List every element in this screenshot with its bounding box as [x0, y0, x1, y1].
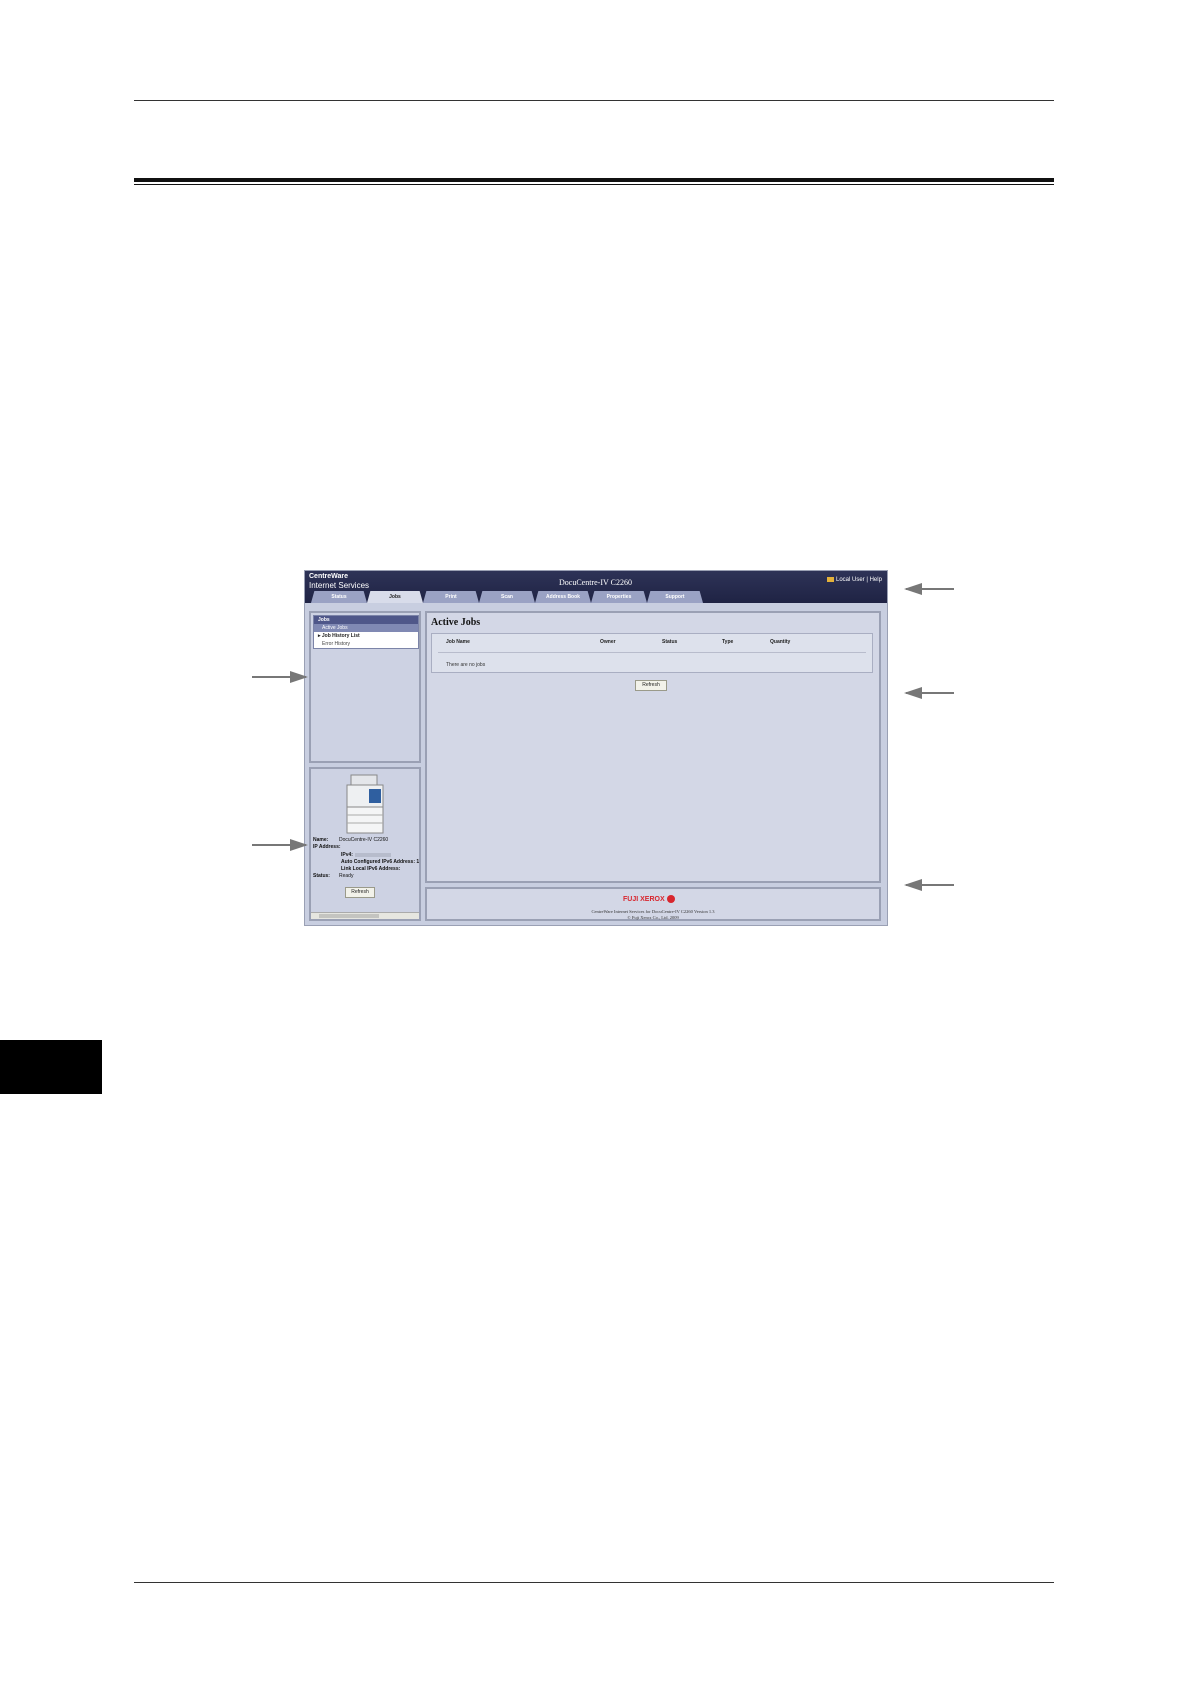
- device-refresh-button[interactable]: Refresh: [345, 887, 375, 898]
- footer-rule: [134, 1582, 1054, 1583]
- tab-address-book[interactable]: Address Book: [535, 591, 591, 603]
- printer-icon: [346, 774, 384, 834]
- tab-support[interactable]: Support: [647, 591, 703, 603]
- tab-properties[interactable]: Properties: [591, 591, 647, 603]
- callout-arrow-device: [252, 839, 308, 851]
- device-name-label: Name:: [313, 837, 329, 843]
- nav-header[interactable]: Jobs: [314, 616, 418, 624]
- callout-arrow-menu: [252, 671, 308, 683]
- model-name: DocuCentre-IV C2260: [559, 578, 632, 587]
- header-rule: [134, 100, 1054, 101]
- top-links-text[interactable]: Local User | Help: [836, 577, 882, 583]
- nav-error-history[interactable]: Error History: [314, 640, 418, 648]
- tab-bar: Status Jobs Print Scan Address Book Prop…: [311, 591, 703, 603]
- tab-jobs[interactable]: Jobs: [367, 591, 423, 603]
- ipv4-value-redacted: [354, 852, 391, 857]
- page-title: Active Jobs: [431, 617, 481, 628]
- tab-scan[interactable]: Scan: [479, 591, 535, 603]
- device-status-row: Status: Ready: [313, 873, 353, 879]
- col-type[interactable]: Type: [722, 639, 733, 645]
- device-ip-label: IP Address:: [313, 844, 341, 850]
- ipv4-row: IPv4:: [341, 852, 391, 858]
- table-divider: [438, 652, 866, 653]
- callout-arrow-main: [904, 687, 954, 699]
- tab-status[interactable]: Status: [311, 591, 367, 603]
- col-status[interactable]: Status: [662, 639, 677, 645]
- empty-message: There are no jobs: [446, 662, 486, 668]
- device-status-value: Ready: [339, 873, 354, 879]
- jobs-refresh-button[interactable]: Refresh: [635, 680, 667, 691]
- nav-job-history[interactable]: ▸ Job History List: [314, 632, 418, 640]
- screenshot-figure: CentreWare Internet Services DocuCentre-…: [304, 570, 888, 926]
- device-name-row: Name: DocuCentre-IV C2260: [313, 837, 388, 843]
- brand-line1: CentreWare: [309, 573, 349, 580]
- auto-ipv6-label: Auto Configured IPv6 Address: 1: [341, 859, 420, 865]
- col-owner[interactable]: Owner: [600, 639, 616, 645]
- device-name-value: DocuCentre-IV C2260: [339, 837, 389, 843]
- callout-arrow-footer: [904, 879, 954, 891]
- device-ip-row: IP Address:: [313, 844, 341, 850]
- user-icon: [827, 577, 834, 582]
- callout-arrow-header: [904, 583, 954, 595]
- footer-version: CentreWare Internet Services for DocuCen…: [591, 909, 715, 914]
- col-quantity[interactable]: Quantity: [770, 639, 790, 645]
- logo-sphere-icon: [666, 895, 675, 903]
- scroll-thumb[interactable]: [319, 914, 379, 918]
- menu-panel: Jobs Active Jobs ▸ Job History List Erro…: [309, 611, 421, 763]
- ipv4-label: IPv4:: [341, 852, 353, 858]
- footer-panel: FUJI XEROX CentreWare Internet Services …: [425, 887, 881, 921]
- main-panel: Active Jobs Job Name Owner Status Type Q…: [425, 611, 881, 883]
- device-status-label: Status:: [313, 873, 330, 879]
- fuji-xerox-logo: FUJI XEROX: [623, 895, 675, 903]
- device-info-panel: Name: DocuCentre-IV C2260 IP Address: IPv…: [309, 767, 421, 921]
- nav-job-history-label: Job History List: [321, 633, 360, 639]
- nav-active-jobs[interactable]: Active Jobs: [314, 624, 418, 632]
- brand-line2: Internet Services: [309, 581, 370, 590]
- link-ipv6-label: Link Local IPv6 Address:: [341, 866, 401, 872]
- nav-tree: Jobs Active Jobs ▸ Job History List Erro…: [313, 615, 419, 649]
- app-header: CentreWare Internet Services DocuCentre-…: [305, 571, 887, 603]
- horizontal-scrollbar[interactable]: [311, 912, 419, 919]
- tab-print[interactable]: Print: [423, 591, 479, 603]
- footer-copyright: © Fuji Xerox Co., Ltd. 2009: [627, 915, 679, 920]
- col-job-name[interactable]: Job Name: [446, 639, 470, 645]
- jobs-table: Job Name Owner Status Type Quantity Ther…: [431, 633, 873, 673]
- top-links[interactable]: Local User | Help: [827, 577, 882, 583]
- section-rule-thick: [134, 178, 1054, 182]
- section-rule-thin: [134, 184, 1054, 185]
- chapter-thumb-tab: [0, 1040, 102, 1094]
- logo-text: FUJI XEROX: [623, 895, 665, 903]
